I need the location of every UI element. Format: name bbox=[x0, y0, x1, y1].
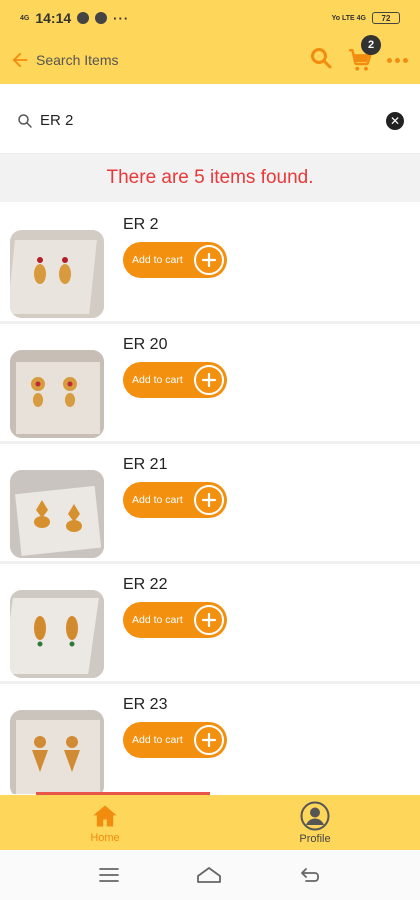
add-to-cart-label: Add to cart bbox=[132, 494, 183, 506]
more-dot-icon bbox=[387, 57, 392, 63]
plus-icon bbox=[194, 485, 224, 515]
search-icon bbox=[18, 113, 32, 128]
tab-profile-label: Profile bbox=[299, 832, 331, 845]
product-name: ER 21 bbox=[123, 456, 168, 473]
status-time: 14:14 bbox=[35, 10, 72, 26]
clear-search-button[interactable]: ✕ bbox=[386, 111, 404, 130]
add-to-cart-button[interactable]: Add to cart bbox=[123, 482, 227, 518]
cart-count-badge: 2 bbox=[361, 35, 381, 55]
arrow-left-icon bbox=[12, 52, 28, 68]
tab-home-label: Home bbox=[90, 831, 120, 844]
tab-profile[interactable]: Profile bbox=[210, 795, 420, 850]
search-icon bbox=[311, 47, 332, 68]
bottom-nav: Home Profile bbox=[0, 795, 420, 850]
plus-icon bbox=[194, 365, 224, 395]
menu-icon[interactable] bbox=[98, 866, 120, 884]
battery-icon: 72 bbox=[372, 12, 400, 24]
tab-home[interactable]: Home bbox=[0, 795, 210, 850]
app-bar: Search Items 2 bbox=[0, 35, 420, 84]
plus-icon bbox=[194, 605, 224, 635]
product-image bbox=[10, 590, 104, 678]
results-banner: There are 5 items found. bbox=[0, 154, 420, 202]
add-to-cart-label: Add to cart bbox=[132, 734, 183, 746]
add-to-cart-button[interactable]: Add to cart bbox=[123, 242, 227, 278]
results-count-text: There are 5 items found. bbox=[106, 167, 314, 188]
add-to-cart-button[interactable]: Add to cart bbox=[123, 722, 227, 758]
signal-indicator: 4G bbox=[20, 14, 30, 22]
notification-icon bbox=[77, 12, 90, 24]
product-name: ER 22 bbox=[123, 576, 168, 593]
system-nav-bar bbox=[0, 850, 420, 900]
back-button[interactable] bbox=[8, 48, 32, 72]
search-button[interactable] bbox=[309, 46, 333, 75]
list-item[interactable]: ER 21 Add to cart bbox=[0, 444, 420, 564]
add-to-cart-button[interactable]: Add to cart bbox=[123, 362, 227, 398]
status-bar: 4G 14:14 ··· Yo LTE 4G 72 bbox=[0, 0, 420, 36]
results-list: ER 2 Add to cart ER 20 Add to cart ER 21… bbox=[0, 204, 420, 794]
home-nav-icon[interactable] bbox=[195, 865, 223, 885]
product-name: ER 23 bbox=[123, 696, 168, 713]
add-to-cart-label: Add to cart bbox=[132, 374, 183, 386]
search-input[interactable] bbox=[40, 112, 386, 129]
more-dot-icon bbox=[395, 57, 400, 63]
add-to-cart-label: Add to cart bbox=[132, 614, 183, 626]
list-item[interactable]: ER 22 Add to cart bbox=[0, 564, 420, 684]
list-item[interactable]: ER 2 Add to cart bbox=[0, 204, 420, 324]
product-name: ER 2 bbox=[123, 216, 159, 233]
overflow-menu-button[interactable] bbox=[387, 57, 408, 63]
network-indicator: Yo LTE 4G bbox=[331, 14, 366, 22]
plus-icon bbox=[194, 245, 224, 275]
home-icon bbox=[93, 805, 117, 826]
plus-icon bbox=[194, 725, 224, 755]
profile-icon bbox=[300, 801, 330, 830]
product-image bbox=[10, 710, 104, 794]
search-bar: ✕ bbox=[0, 88, 420, 154]
close-icon: ✕ bbox=[389, 113, 401, 128]
add-to-cart-label: Add to cart bbox=[132, 254, 183, 266]
product-name: ER 20 bbox=[123, 336, 168, 353]
product-image bbox=[10, 470, 104, 558]
cart-button[interactable]: 2 bbox=[347, 35, 381, 73]
more-notifications-icon: ··· bbox=[113, 10, 130, 26]
more-dot-icon bbox=[403, 57, 408, 63]
product-image bbox=[10, 350, 104, 438]
notification-icon bbox=[95, 12, 108, 24]
add-to-cart-button[interactable]: Add to cart bbox=[123, 602, 227, 638]
page-title: Search Items bbox=[36, 52, 119, 68]
list-item[interactable]: ER 23 Add to cart bbox=[0, 684, 420, 794]
list-item[interactable]: ER 20 Add to cart bbox=[0, 324, 420, 444]
back-nav-icon[interactable] bbox=[298, 865, 322, 885]
product-image bbox=[10, 230, 104, 318]
